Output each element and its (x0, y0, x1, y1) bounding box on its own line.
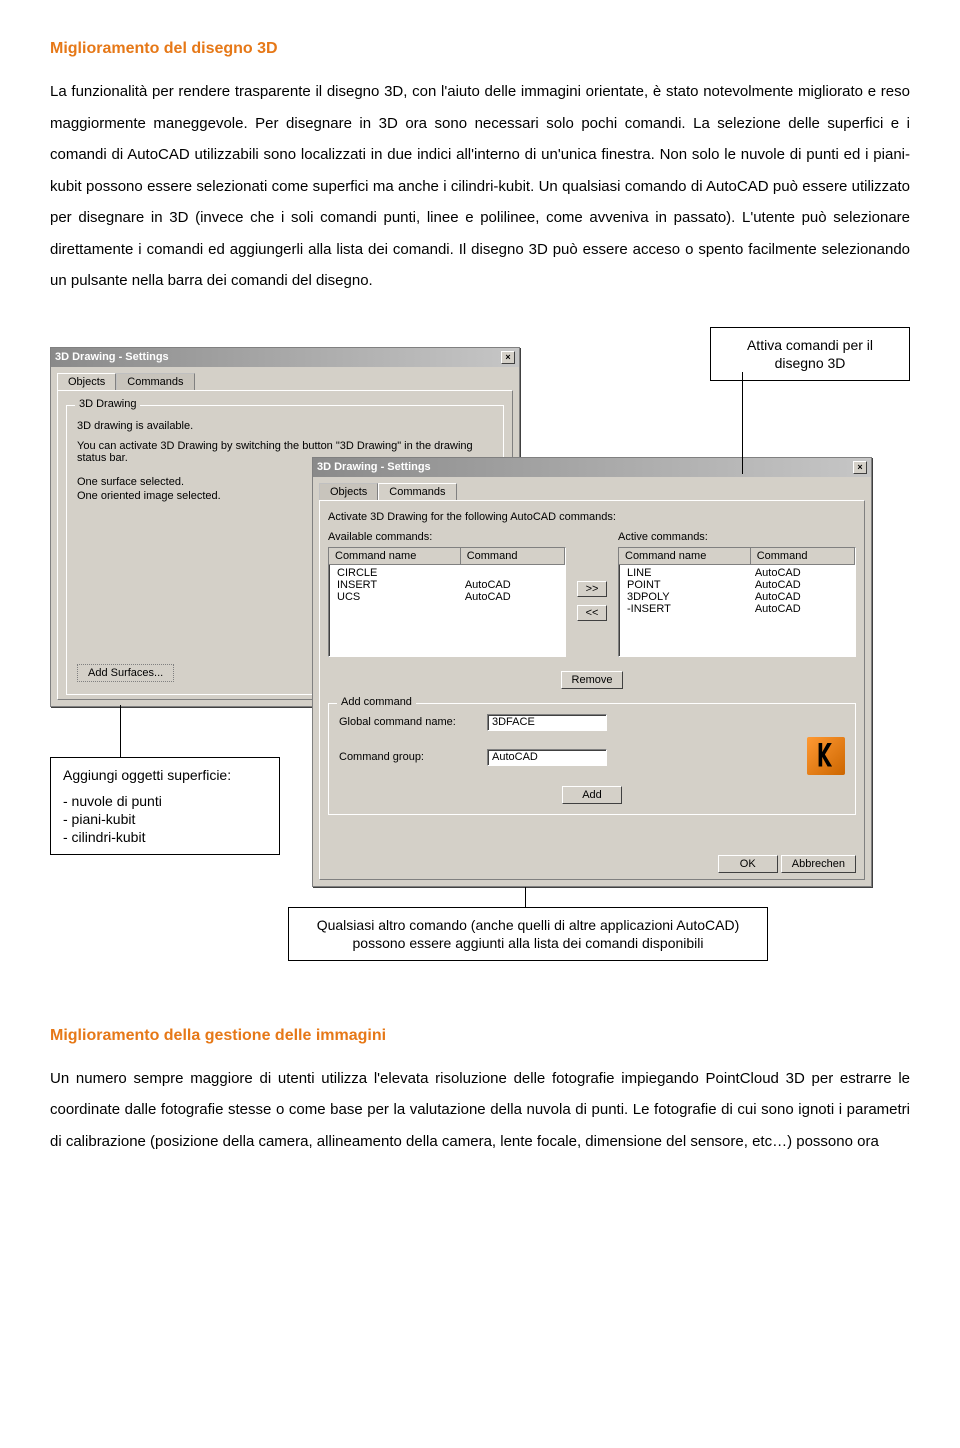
commands-subtitle: Activate 3D Drawing for the following Au… (328, 511, 856, 523)
titlebar-2: 3D Drawing - Settings × (313, 458, 871, 477)
add-button[interactable]: Add (562, 786, 622, 804)
col-cmd: Command (751, 548, 855, 564)
global-cmd-label: Global command name: (339, 716, 479, 728)
tab-objects-1[interactable]: Objects (57, 373, 116, 390)
move-left-button[interactable]: << (577, 605, 607, 621)
titlebar-1: 3D Drawing - Settings × (51, 348, 519, 367)
list-item[interactable]: INSERTAutoCAD (333, 579, 561, 591)
active-label: Active commands: (618, 531, 856, 543)
cmd-group-field[interactable]: AutoCAD (487, 749, 607, 766)
active-commands-list[interactable]: Command name Command LINEAutoCADPOINTAut… (618, 547, 856, 657)
pointer-line-3 (525, 887, 526, 907)
cmd-group-label: Command group: (339, 751, 479, 763)
list-item[interactable]: 3DPOLYAutoCAD (623, 591, 851, 603)
add-command-label: Add command (337, 696, 416, 708)
col-cmdname: Command name (619, 548, 751, 564)
callout-add-objects: Aggiungi oggetti superficie: - nuvole di… (50, 757, 280, 856)
body-text-2: Un numero sempre maggiore di utenti util… (50, 1063, 910, 1158)
list-item[interactable]: LINEAutoCAD (623, 567, 851, 579)
tab-commands-1[interactable]: Commands (116, 373, 194, 390)
add-command-group: Add command Global command name: 3DFACE … (328, 703, 856, 815)
pointer-line-1 (742, 372, 743, 474)
add-surfaces-button[interactable]: Add Surfaces... (77, 664, 174, 682)
available-commands-list[interactable]: Command name Command CIRCLEINSERTAutoCAD… (328, 547, 566, 657)
line-drawing-available: 3D drawing is available. (77, 420, 493, 432)
logo-icon (807, 737, 845, 778)
callout-2-item: - cilindri-kubit (63, 828, 267, 846)
tab-objects-2[interactable]: Objects (319, 483, 378, 500)
heading-1: Miglioramento del disegno 3D (50, 40, 910, 58)
list-item[interactable]: UCSAutoCAD (333, 591, 561, 603)
title-2: 3D Drawing - Settings (317, 461, 431, 473)
tabbody-2: Activate 3D Drawing for the following Au… (319, 500, 865, 880)
tabrow-2: Objects Commands (313, 477, 871, 500)
col-cmd: Command (461, 548, 565, 564)
title-1: 3D Drawing - Settings (55, 351, 169, 363)
callout-any-command: Qualsiasi altro comando (anche quelli di… (288, 907, 768, 961)
available-label: Available commands: (328, 531, 566, 543)
callout-2-item: - piani-kubit (63, 810, 267, 828)
cancel-button[interactable]: Abbrechen (781, 855, 856, 873)
remove-button[interactable]: Remove (561, 671, 624, 689)
callout-2-title: Aggiungi oggetti superficie: (63, 766, 267, 784)
group-label: 3D Drawing (75, 398, 140, 410)
callout-3-text: Qualsiasi altro comando (anche quelli di… (317, 917, 740, 951)
tabrow-1: Objects Commands (51, 367, 519, 390)
ok-button[interactable]: OK (718, 855, 778, 873)
callout-1-text: Attiva comandi per il disegno 3D (747, 337, 873, 371)
col-cmdname: Command name (329, 548, 461, 564)
callout-2-item: - nuvole di punti (63, 792, 267, 810)
pointer-line-2 (120, 705, 121, 757)
heading-2: Miglioramento della gestione delle immag… (50, 1027, 910, 1045)
close-icon[interactable]: × (501, 351, 515, 364)
move-right-button[interactable]: >> (577, 581, 607, 597)
screenshot-composite: 3D Drawing - Settings × Objects Commands… (50, 327, 910, 997)
callout-activate-commands: Attiva comandi per il disegno 3D (710, 327, 910, 381)
list-item[interactable]: CIRCLE (333, 567, 561, 579)
list-item[interactable]: POINTAutoCAD (623, 579, 851, 591)
body-text-1: La funzionalità per rendere trasparente … (50, 76, 910, 297)
tab-commands-2[interactable]: Commands (378, 483, 456, 500)
close-icon[interactable]: × (853, 461, 867, 474)
list-item[interactable]: -INSERTAutoCAD (623, 603, 851, 615)
dialog-commands: 3D Drawing - Settings × Objects Commands… (312, 457, 872, 887)
global-cmd-field[interactable]: 3DFACE (487, 714, 607, 731)
